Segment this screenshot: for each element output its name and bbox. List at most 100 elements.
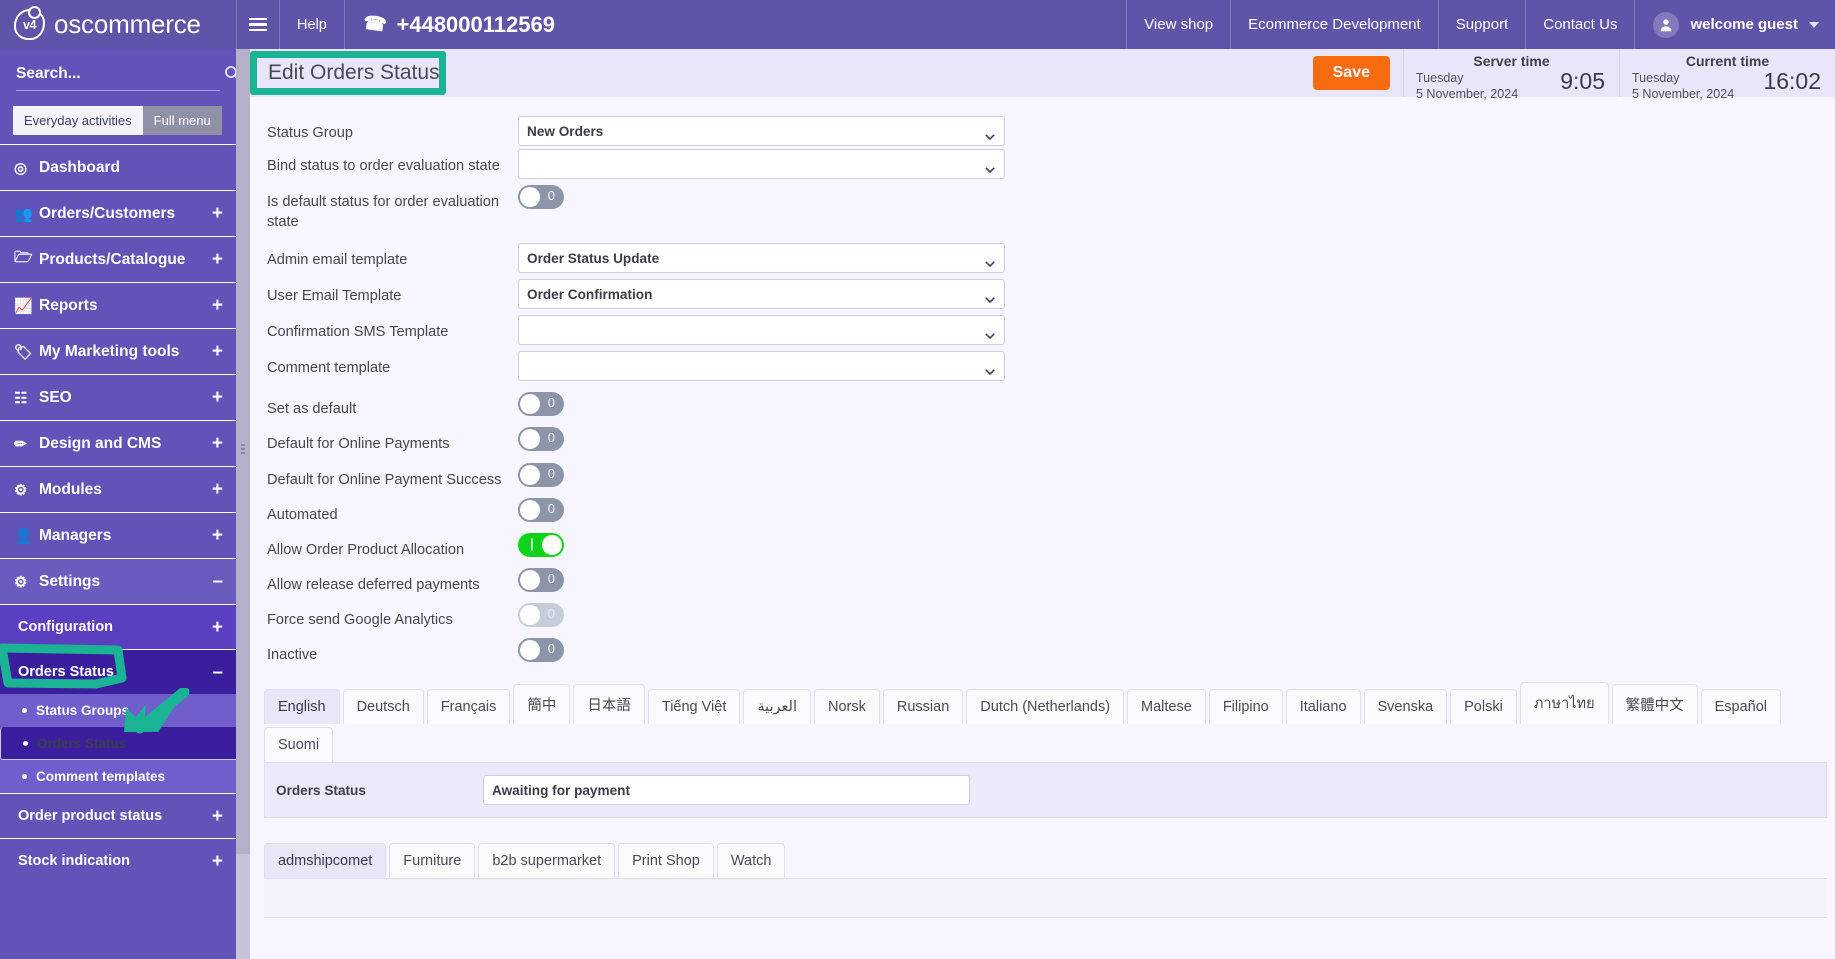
language-tab-russian[interactable]: Russian <box>882 689 964 725</box>
store-tab-print-shop[interactable]: Print Shop <box>618 843 714 879</box>
allow-order-product-allocation-toggle[interactable]: | <box>518 532 564 557</box>
is-default-status-toggle[interactable]: 0 <box>518 185 564 209</box>
store-tab-watch[interactable]: Watch <box>716 843 786 879</box>
default-for-online-payment-success-toggle[interactable]: 0 <box>518 462 564 487</box>
store-tab-admshipcomet[interactable]: admshipcomet <box>264 843 387 879</box>
language-tabs-container: English Deutsch Français 簡中 日本語 Tiếng Vi… <box>250 679 1835 763</box>
toggle-knob <box>520 605 540 625</box>
comment-template-select[interactable] <box>518 351 1005 382</box>
save-button[interactable]: Save <box>1312 56 1390 90</box>
language-tab-deutsch[interactable]: Deutsch <box>342 689 424 725</box>
confirmation-sms-template-select[interactable] <box>518 315 1005 346</box>
topnav-label: Support <box>1455 16 1509 33</box>
sidebar-item-orders-status-child[interactable]: Orders Status <box>0 727 236 760</box>
store-tab-furniture[interactable]: Furniture <box>389 843 476 879</box>
default-for-online-payments-toggle[interactable]: 0 <box>518 427 564 452</box>
segment-label: Full menu <box>153 113 211 128</box>
bind-status-select[interactable] <box>518 149 1005 179</box>
search-icon[interactable] <box>224 65 236 82</box>
sidebar: Everyday activities Full menu ◎ Dashboar… <box>0 49 236 959</box>
expand-icon[interactable]: + <box>212 342 223 361</box>
expand-icon[interactable]: + <box>212 296 223 315</box>
expand-icon[interactable]: + <box>212 434 223 453</box>
language-tab-thai[interactable]: ภาษาไทย <box>1519 682 1609 725</box>
field-label: Default for Online Payments <box>267 436 450 453</box>
sidebar-item-seo[interactable]: ☷ SEO + <box>0 374 236 420</box>
language-tab-filipino[interactable]: Filipino <box>1208 689 1283 725</box>
user-email-template-select[interactable]: Order Confirmation <box>518 279 1005 310</box>
expand-icon[interactable]: + <box>212 388 223 407</box>
expand-icon[interactable]: + <box>212 480 223 499</box>
status-group-select[interactable]: New Orders <box>518 116 1005 146</box>
store-tab-b2b-supermarket[interactable]: b2b supermarket <box>478 843 616 879</box>
expand-icon[interactable]: + <box>212 852 223 871</box>
sidebar-scrollbar[interactable] <box>236 49 250 959</box>
sidebar-item-reports[interactable]: 📈 Reports + <box>0 282 236 328</box>
sidebar-item-comment-templates[interactable]: Comment templates <box>0 760 236 793</box>
sidebar-item-order-product-status[interactable]: Order product status + <box>0 793 236 838</box>
language-tab-traditional-chinese[interactable]: 繁體中文 <box>1611 684 1698 725</box>
sidebar-item-settings[interactable]: ⚙ Settings – <box>0 558 236 604</box>
field-label: Automated <box>267 506 338 523</box>
sidebar-item-stock-indication[interactable]: Stock indication + <box>0 838 236 883</box>
sidebar-item-managers[interactable]: 👤 Managers + <box>0 512 236 558</box>
chevron-down-icon <box>985 291 995 304</box>
sidebar-item-status-groups[interactable]: Status Groups <box>0 694 236 727</box>
topnav-ecommerce-development[interactable]: Ecommerce Development <box>1230 0 1438 49</box>
automated-toggle[interactable]: 0 <box>518 497 564 522</box>
current-time-datestr: 5 November, 2024 <box>1632 86 1735 101</box>
language-tab-espanol[interactable]: Español <box>1700 689 1781 725</box>
language-tab-arabic[interactable]: العربية <box>743 689 812 725</box>
language-tab-norsk[interactable]: Norsk <box>814 689 880 725</box>
expand-icon[interactable]: + <box>212 807 223 826</box>
language-tab-suomi[interactable]: Suomi <box>264 727 334 763</box>
topnav-contact-us[interactable]: Contact Us <box>1525 0 1634 49</box>
language-tab-simplified-chinese[interactable]: 簡中 <box>513 684 571 725</box>
field-force-send-google-analytics: Force send Google Analytics 0 <box>250 603 1835 630</box>
set-as-default-toggle[interactable]: 0 <box>518 392 564 417</box>
sidebar-item-dashboard[interactable]: ◎ Dashboard <box>0 144 236 190</box>
force-send-google-analytics-toggle[interactable]: 0 <box>518 603 564 627</box>
sidebar-item-configuration[interactable]: Configuration + <box>0 604 236 649</box>
language-tab-italiano[interactable]: Italiano <box>1285 689 1361 725</box>
expand-icon[interactable]: + <box>212 204 223 223</box>
menu-mode-switch: Everyday activities Full menu <box>0 106 236 144</box>
field-label: Inactive <box>267 647 318 664</box>
segment-full-menu[interactable]: Full menu <box>142 106 222 135</box>
toggle-value: 0 <box>547 188 555 203</box>
help-link[interactable]: Help <box>280 0 345 49</box>
topnav-view-shop[interactable]: View shop <box>1126 0 1230 49</box>
brand-logo-group[interactable]: v4 oscommerce <box>0 0 236 49</box>
expand-icon[interactable]: + <box>212 618 223 637</box>
sidebar-item-design-and-cms[interactable]: ✏ Design and CMS + <box>0 420 236 466</box>
language-tab-dutch-netherlands[interactable]: Dutch (Netherlands) <box>966 689 1125 725</box>
topnav-label: Ecommerce Development <box>1248 16 1421 33</box>
tab-label: Filipino <box>1222 699 1269 716</box>
orders-status-name-input[interactable] <box>483 775 970 806</box>
segment-everyday-activities[interactable]: Everyday activities <box>13 106 143 135</box>
admin-email-template-select[interactable]: Order Status Update <box>518 243 1005 274</box>
sidebar-item-products-catalogue[interactable]: 🗁 Products/Catalogue + <box>0 236 236 282</box>
sidebar-item-modules[interactable]: ⚙ Modules + <box>0 466 236 512</box>
user-menu[interactable]: welcome guest <box>1634 0 1835 49</box>
sidebar-item-orders-status[interactable]: Orders Status – <box>0 649 236 694</box>
topnav-support[interactable]: Support <box>1437 0 1526 49</box>
collapse-icon[interactable]: – <box>212 663 223 682</box>
sidebar-item-orders-customers[interactable]: 👥 Orders/Customers + <box>0 190 236 236</box>
language-tab-francais[interactable]: Français <box>426 689 511 725</box>
allow-release-deferred-payments-toggle[interactable]: 0 <box>518 567 564 592</box>
search-input[interactable] <box>16 64 224 83</box>
collapse-icon[interactable]: – <box>212 572 223 591</box>
expand-icon[interactable]: + <box>212 526 223 545</box>
expand-icon[interactable]: + <box>212 250 223 269</box>
language-tab-polski[interactable]: Polski <box>1450 689 1517 725</box>
toggle-knob <box>520 187 540 207</box>
language-tab-svenska[interactable]: Svenska <box>1363 689 1448 725</box>
sidebar-item-my-marketing-tools[interactable]: 🏷 My Marketing tools + <box>0 328 236 374</box>
sidebar-toggle-button[interactable] <box>236 0 280 49</box>
language-tab-vietnamese[interactable]: Tiếng Việt <box>647 689 741 725</box>
language-tab-japanese[interactable]: 日本語 <box>573 684 645 725</box>
language-tab-english[interactable]: English <box>264 689 340 725</box>
inactive-toggle[interactable]: 0 <box>518 638 564 663</box>
language-tab-maltese[interactable]: Maltese <box>1127 689 1206 725</box>
